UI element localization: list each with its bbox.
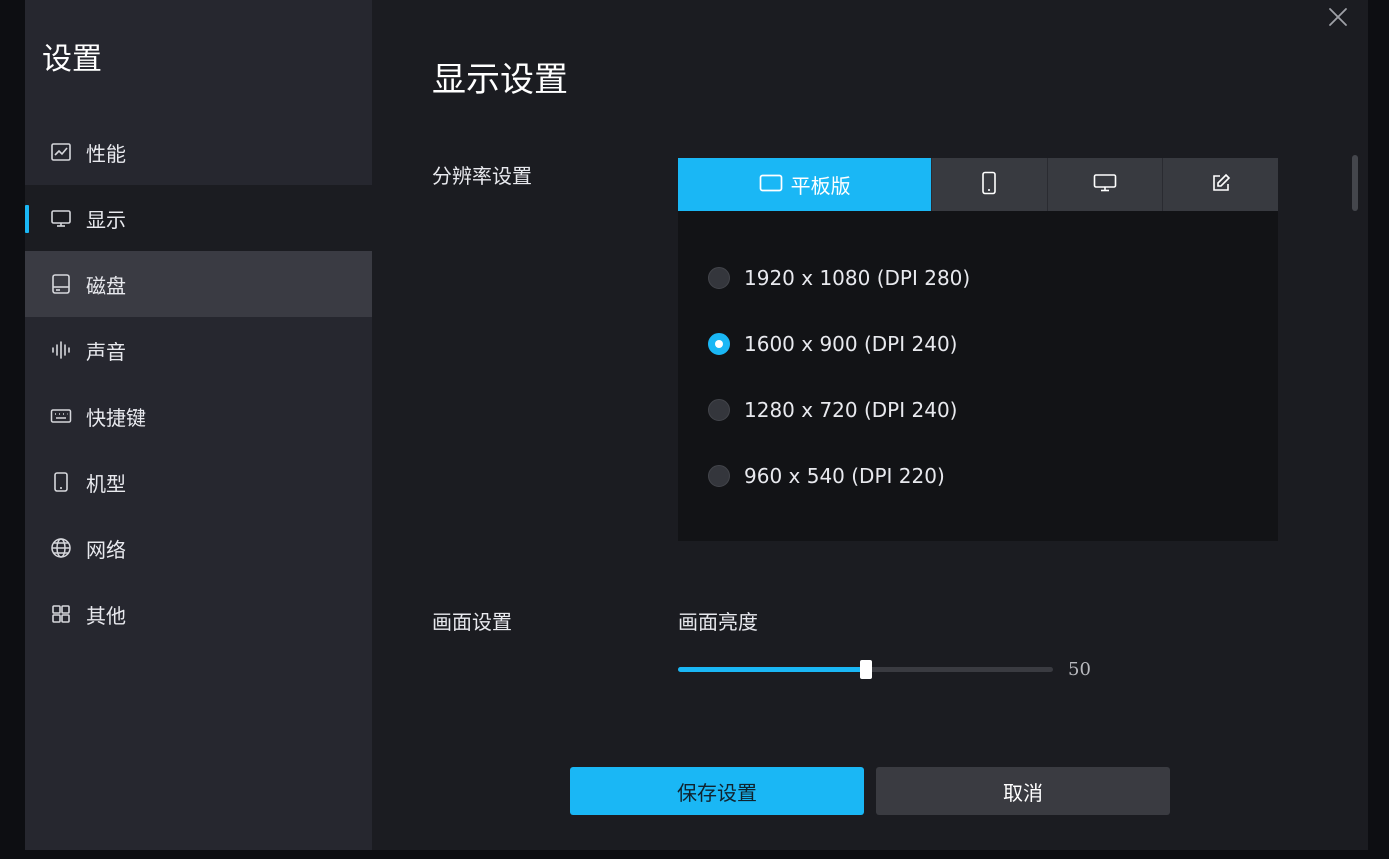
sidebar-item-network[interactable]: 网络: [25, 515, 372, 581]
tab-label: 平板版: [790, 174, 851, 198]
sidebar-item-display[interactable]: 显示: [25, 185, 372, 251]
resolution-option-1600x900[interactable]: 1600 x 900 (DPI 240): [708, 332, 957, 356]
phone-icon: [50, 471, 72, 493]
tab-tablet[interactable]: 平板版: [678, 158, 932, 211]
radio-button-checked[interactable]: [708, 333, 730, 355]
globe-icon: [50, 537, 72, 559]
sidebar-item-disk[interactable]: 磁盘: [25, 251, 372, 317]
phone-icon: [981, 171, 997, 199]
brightness-slider-thumb[interactable]: [859, 660, 872, 679]
sidebar-item-device-model[interactable]: 机型: [25, 449, 372, 515]
active-indicator: [25, 205, 29, 233]
resolution-option-label: 1280 x 720 (DPI 240): [744, 398, 958, 422]
settings-window: 设置 性能 显示 磁盘 声音 快捷键 机型 网络 其他 显示设置 分辨率设置 平…: [25, 0, 1368, 850]
monitor-icon: [50, 207, 72, 229]
chart-line-icon: [50, 141, 72, 163]
resolution-option-label: 960 x 540 (DPI 220): [744, 464, 945, 488]
desktop-icon: [1093, 173, 1117, 197]
sidebar-item-label: 其他: [86, 603, 126, 628]
sidebar: 设置 性能 显示 磁盘 声音 快捷键 机型 网络 其他: [25, 0, 372, 850]
tab-phone[interactable]: [931, 158, 1047, 211]
sidebar-item-label: 性能: [86, 141, 126, 166]
sidebar-item-other[interactable]: 其他: [25, 581, 372, 647]
radio-button[interactable]: [708, 267, 730, 289]
sidebar-item-label: 机型: [86, 471, 126, 496]
resolution-option-label: 1920 x 1080 (DPI 280): [744, 266, 971, 290]
close-icon: [1327, 6, 1349, 32]
resolution-option-label: 1600 x 900 (DPI 240): [744, 332, 958, 356]
close-button[interactable]: [1323, 4, 1353, 34]
sidebar-item-performance[interactable]: 性能: [25, 119, 372, 185]
sidebar-nav: 性能 显示 磁盘 声音 快捷键 机型 网络 其他: [25, 119, 372, 647]
tab-custom[interactable]: [1162, 158, 1278, 211]
sidebar-item-sound[interactable]: 声音: [25, 317, 372, 383]
save-button[interactable]: 保存设置: [570, 767, 864, 815]
brightness-value: 50: [1068, 659, 1091, 680]
sidebar-item-label: 声音: [86, 339, 126, 364]
brightness-slider[interactable]: [678, 660, 1053, 679]
resolution-option-960x540[interactable]: 960 x 540 (DPI 220): [708, 464, 945, 488]
resolution-section-label: 分辨率设置: [432, 164, 532, 188]
sidebar-item-label: 显示: [86, 207, 126, 232]
sound-wave-icon: [50, 339, 72, 361]
sidebar-item-label: 网络: [86, 537, 126, 562]
page-title: 显示设置: [432, 60, 568, 100]
brightness-label: 画面亮度: [678, 610, 758, 634]
resolution-option-1920x1080[interactable]: 1920 x 1080 (DPI 280): [708, 266, 970, 290]
picture-section-label: 画面设置: [432, 610, 512, 634]
brightness-slider-fill: [678, 667, 866, 672]
radio-button[interactable]: [708, 465, 730, 487]
resolution-options-panel: 1920 x 1080 (DPI 280) 1600 x 900 (DPI 24…: [678, 211, 1278, 541]
radio-button[interactable]: [708, 399, 730, 421]
edit-icon: [1211, 173, 1231, 197]
resolution-option-1280x720[interactable]: 1280 x 720 (DPI 240): [708, 398, 957, 422]
keyboard-icon: [50, 405, 72, 427]
tablet-icon: [759, 174, 783, 196]
sidebar-item-shortcuts[interactable]: 快捷键: [25, 383, 372, 449]
sidebar-title: 设置: [42, 42, 102, 77]
sidebar-item-label: 快捷键: [86, 405, 146, 430]
disk-icon: [50, 273, 72, 295]
grid-icon: [50, 603, 72, 625]
sidebar-item-label: 磁盘: [86, 273, 126, 298]
scrollbar-thumb[interactable]: [1352, 155, 1358, 211]
cancel-button[interactable]: 取消: [876, 767, 1170, 815]
device-type-tabs: 平板版: [678, 158, 1278, 211]
tab-desktop[interactable]: [1046, 158, 1163, 211]
